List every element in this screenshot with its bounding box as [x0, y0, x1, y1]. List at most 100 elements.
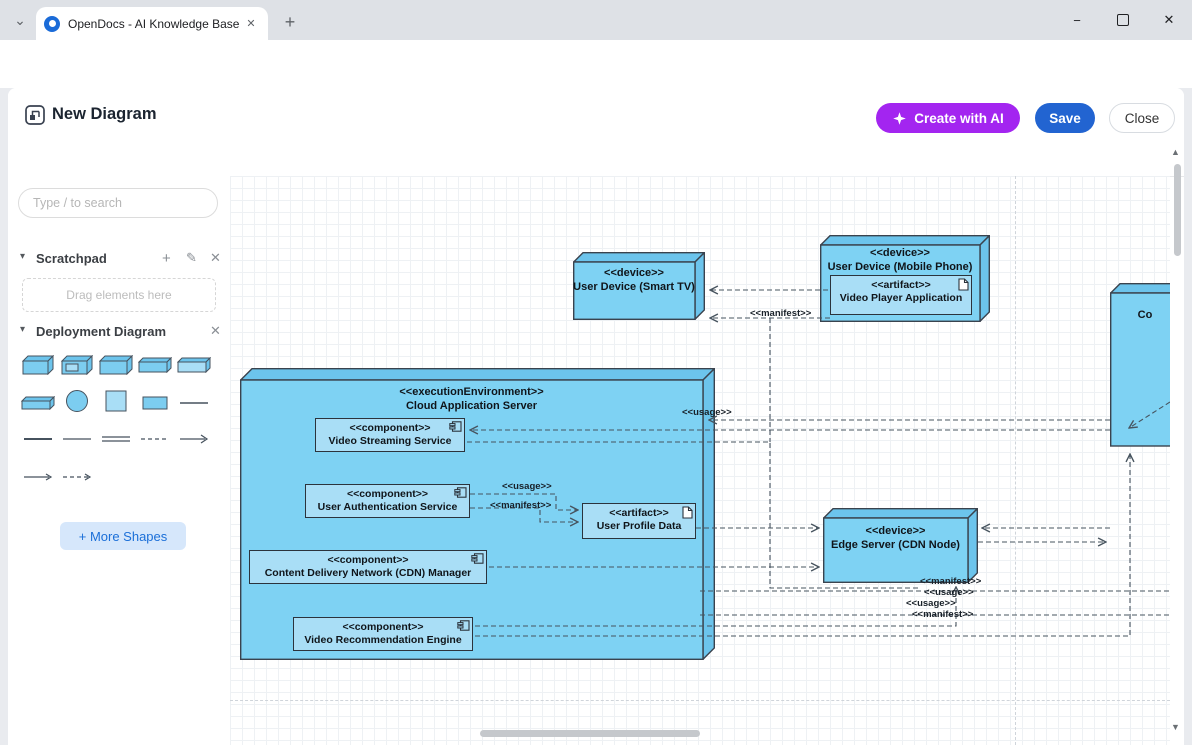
app-logo-icon	[24, 104, 46, 126]
palette-connector-arrow[interactable]	[176, 426, 212, 452]
scroll-down-icon[interactable]: ▼	[1171, 722, 1180, 732]
page-boundary-horizontal	[230, 700, 1170, 701]
scratchpad-section-header: ▾ Scratchpad + ✎ ✕	[8, 250, 230, 270]
shape-sidebar: ▾ Scratchpad + ✎ ✕ Drag elements here ▾ …	[8, 176, 231, 745]
artifact-stereotype: <<artifact>>	[583, 507, 695, 520]
scratchpad-close-icon[interactable]: ✕	[210, 250, 221, 266]
edge-label-usage: <<usage>>	[906, 598, 956, 609]
scroll-up-icon[interactable]: ▲	[1171, 147, 1180, 157]
palette-connector-line[interactable]	[20, 426, 56, 452]
diagram-canvas[interactable]: <<device>> User Device (Smart TV) <<devi…	[230, 176, 1170, 745]
artifact-video-player[interactable]: <<artifact>> Video Player Application	[830, 275, 972, 315]
palette-shape-rect[interactable]	[137, 390, 173, 416]
node-name: Cloud Application Server	[240, 400, 703, 414]
palette-connector-double[interactable]	[98, 426, 134, 452]
create-with-ai-button[interactable]: Create with AI	[876, 103, 1020, 133]
sparkle-icon	[892, 111, 907, 126]
opendocs-app: New Diagram Create with AI Save Close 95…	[8, 88, 1184, 745]
vertical-scrollbar-thumb[interactable]	[1174, 164, 1181, 256]
component-name: Video Streaming Service	[316, 435, 464, 448]
component-video-reco[interactable]: <<component>> Video Recommendation Engin…	[293, 617, 473, 651]
window-maximize-button[interactable]	[1100, 0, 1146, 40]
node-name: User Device (Mobile Phone)	[820, 261, 980, 275]
new-tab-button[interactable]: +	[278, 10, 302, 34]
page-title: New Diagram	[52, 105, 157, 124]
palette-shape-square[interactable]	[98, 388, 134, 414]
palette-shape-flat-node[interactable]	[137, 352, 173, 378]
component-stereotype: <<component>>	[316, 422, 464, 435]
artifact-user-profile[interactable]: <<artifact>> User Profile Data	[582, 503, 696, 539]
node-name: Edge Server (CDN Node)	[823, 539, 968, 553]
window-minimize-button[interactable]: −	[1054, 0, 1100, 40]
artifact-name: User Profile Data	[583, 520, 695, 533]
horizontal-scrollbar-thumb[interactable]	[480, 730, 700, 737]
scratchpad-add-icon[interactable]: +	[162, 250, 171, 267]
scratchpad-title: Scratchpad	[36, 251, 107, 266]
chevron-down-icon[interactable]: ▾	[20, 324, 25, 335]
search-input[interactable]	[18, 188, 218, 218]
edge-label-manifest: <<manifest>>	[490, 500, 551, 511]
edge-label-manifest: <<manifest>>	[750, 308, 811, 319]
component-icon	[449, 421, 462, 432]
close-button[interactable]: Close	[1109, 103, 1175, 133]
palette-close-icon[interactable]: ✕	[210, 323, 221, 339]
artifact-icon	[682, 506, 693, 519]
edge-label-usage: <<usage>>	[682, 407, 732, 418]
chevron-down-icon[interactable]: ▾	[20, 251, 25, 262]
component-name: Content Delivery Network (CDN) Manager	[250, 567, 486, 580]
diagram-toolbar: 95%▾ ↶ ↷	[8, 144, 1184, 177]
node-edge-server[interactable]: <<device>> Edge Server (CDN Node)	[823, 508, 978, 583]
browser-tab[interactable]: OpenDocs - AI Knowledge Base ✕	[36, 7, 268, 40]
node-partial-right[interactable]: Co	[1110, 283, 1170, 447]
component-video-streaming[interactable]: <<component>> Video Streaming Service	[315, 418, 465, 452]
tab-close-icon[interactable]: ✕	[242, 15, 260, 33]
address-bar: ← → ↻ ai-toolbox.visual-paradigm.com/app…	[0, 40, 1192, 88]
palette-connector-dashed[interactable]	[137, 426, 173, 452]
component-icon	[471, 553, 484, 564]
scratchpad-edit-icon[interactable]: ✎	[186, 250, 197, 266]
component-user-auth[interactable]: <<component>> User Authentication Servic…	[305, 484, 470, 518]
edge-label-manifest: <<manifest>>	[912, 609, 973, 620]
node-mobile-phone[interactable]: <<device>> User Device (Mobile Phone) <<…	[820, 235, 990, 322]
palette-section-header: ▾ Deployment Diagram ✕	[8, 323, 230, 343]
node-stereotype: <<device>>	[823, 525, 968, 539]
node-stereotype: <<executionEnvironment>>	[240, 386, 703, 400]
site-favicon	[44, 16, 60, 32]
browser-window: ⌄ OpenDocs - AI Knowledge Base ✕ + − ✕ ←…	[0, 0, 1192, 745]
artifact-icon	[958, 278, 969, 291]
palette-connector-thin[interactable]	[59, 426, 95, 452]
palette-shape-flat-node-3[interactable]	[20, 390, 56, 416]
tab-title: OpenDocs - AI Knowledge Base	[68, 17, 242, 31]
more-shapes-button[interactable]: + More Shapes	[60, 522, 186, 550]
edge-label-usage: <<usage>>	[502, 481, 552, 492]
app-header: New Diagram Create with AI Save Close	[8, 88, 1184, 144]
node-stereotype: <<device>>	[573, 267, 695, 281]
tab-strip: ⌄ OpenDocs - AI Knowledge Base ✕ + − ✕	[0, 0, 1192, 40]
window-close-button[interactable]: ✕	[1146, 0, 1192, 40]
node-smart-tv[interactable]: <<device>> User Device (Smart TV)	[573, 252, 705, 320]
palette-shape-circle[interactable]	[59, 388, 95, 414]
component-stereotype: <<component>>	[250, 554, 486, 567]
node-name: User Device (Smart TV)	[573, 281, 695, 295]
component-stereotype: <<component>>	[294, 621, 472, 634]
palette-shape-node-instance[interactable]	[59, 352, 95, 378]
save-button[interactable]: Save	[1035, 103, 1095, 133]
palette-shape-node[interactable]	[20, 352, 56, 378]
component-icon	[454, 487, 467, 498]
palette-connector-arrow-3[interactable]	[59, 464, 95, 490]
artifact-stereotype: <<artifact>>	[831, 279, 971, 292]
component-cdn-manager[interactable]: <<component>> Content Delivery Network (…	[249, 550, 487, 584]
edge-label-usage: <<usage>>	[924, 587, 974, 598]
edge-label-manifest: <<manifest>>	[920, 576, 981, 587]
component-name: Video Recommendation Engine	[294, 634, 472, 647]
palette-shape-line[interactable]	[176, 390, 212, 416]
node-stereotype: <<device>>	[820, 247, 980, 261]
scratchpad-dropzone[interactable]: Drag elements here	[22, 278, 216, 312]
node-name: Co	[1110, 309, 1170, 323]
component-name: User Authentication Service	[306, 501, 469, 514]
palette-shape-wide-node[interactable]	[98, 352, 134, 378]
palette-shape-flat-node-2[interactable]	[176, 352, 212, 378]
page-boundary-vertical	[1015, 176, 1016, 745]
palette-connector-arrow-2[interactable]	[20, 464, 56, 490]
tab-search-chevron-icon[interactable]: ⌄	[8, 8, 32, 32]
